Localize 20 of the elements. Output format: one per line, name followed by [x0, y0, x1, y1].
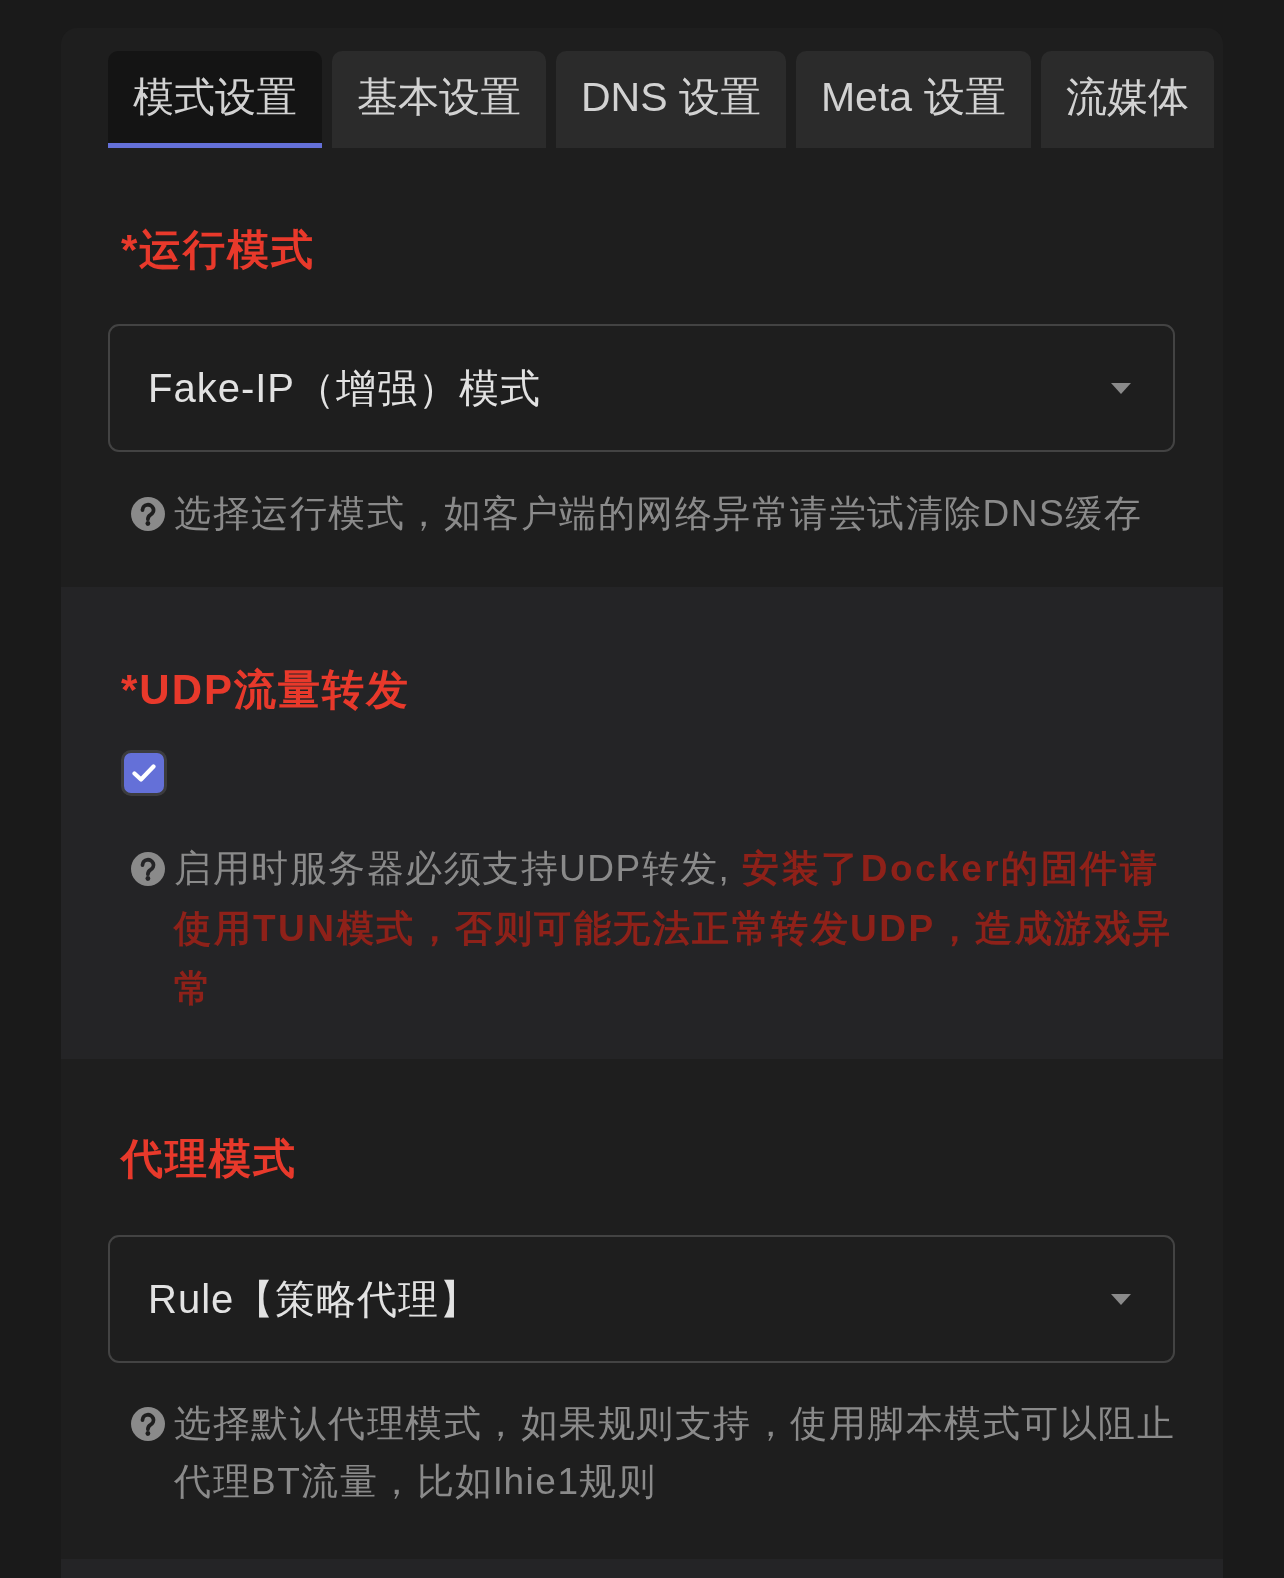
help-text: 选择默认代理模式，如果规则支持，使用脚本模式可以阻止代理BT流量，比如lhie1规则	[174, 1402, 1175, 1504]
help-text: 启用时服务器必须支持UDP转发, 安装了Docker的固件请使用TUN模式，否则可能无法正常转发UDP，造成游戏异常	[174, 847, 1174, 1011]
tab[interactable]: 流媒体	[1040, 51, 1214, 148]
field-label: 代理模式	[121, 1134, 298, 1184]
dropdown-select[interactable]: Rule【策略代理】	[108, 1235, 1175, 1363]
check-icon	[132, 764, 156, 782]
field-label: *UDP流量转发	[121, 665, 412, 715]
dropdown-select[interactable]: Fake-IP（增强）模式	[108, 324, 1175, 452]
tab[interactable]: 基本设置	[332, 51, 546, 148]
caret-icon	[1111, 1293, 1131, 1305]
checkbox[interactable]	[121, 750, 167, 796]
help-icon	[131, 497, 165, 531]
help-text: 选择运行模式，如客户端的网络异常请尝试清除DNS缓存	[174, 492, 1143, 536]
tab[interactable]: Meta 设置	[795, 51, 1031, 148]
help-icon	[131, 852, 165, 886]
tab[interactable]: DNS 设置	[556, 51, 786, 148]
help-icon	[131, 1407, 165, 1441]
caret-icon	[1111, 382, 1131, 394]
field-label: *运行模式	[121, 225, 317, 275]
tab[interactable]: 模式设置	[108, 51, 322, 148]
